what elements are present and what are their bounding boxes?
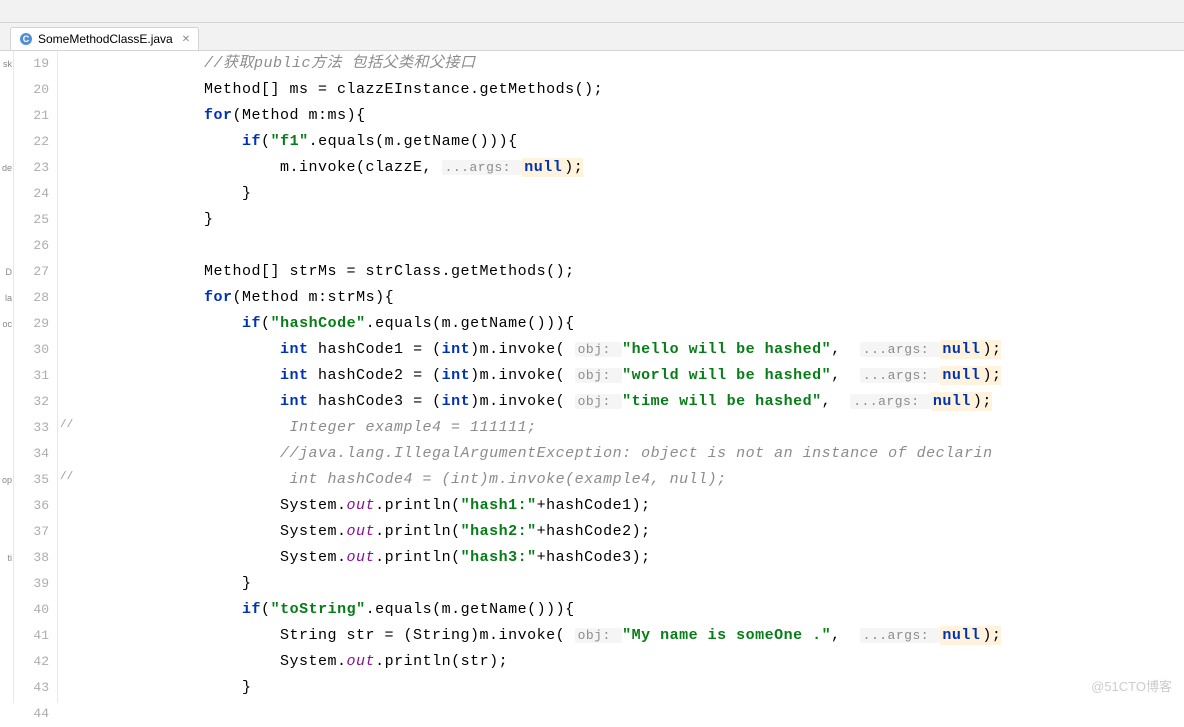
line-number: 21 (14, 103, 49, 129)
line-number: 27 (14, 259, 49, 285)
code-line[interactable]: for(Method m:strMs){ (90, 285, 1184, 311)
line-number: 33 (14, 415, 49, 441)
java-class-icon: C (19, 32, 33, 46)
line-number: 36 (14, 493, 49, 519)
svg-text:C: C (23, 34, 30, 44)
gutter-marker (0, 181, 13, 207)
gutter-marker (0, 233, 13, 259)
line-number: 32 (14, 389, 49, 415)
top-toolbar (0, 0, 1184, 23)
gutter-marker (0, 363, 13, 389)
code-line[interactable]: int hashCode1 = (int)m.invoke( obj: "hel… (90, 337, 1184, 363)
line-number: 26 (14, 233, 49, 259)
line-number: 30 (14, 337, 49, 363)
gutter-marker (0, 207, 13, 233)
code-line[interactable]: } (90, 675, 1184, 701)
code-line[interactable]: System.out.println("hash3:"+hashCode3); (90, 545, 1184, 571)
editor: sk de Dlaoc op ti 19202122232425262728293031… (0, 51, 1184, 703)
tab-filename: SomeMethodClassE.java (38, 32, 173, 46)
fold-gutter: // // (58, 51, 82, 703)
code-line[interactable] (90, 233, 1184, 259)
line-number: 22 (14, 129, 49, 155)
line-number: 23 (14, 155, 49, 181)
line-number: 38 (14, 545, 49, 571)
gutter-marker: sk (0, 51, 13, 77)
code-line[interactable]: //java.lang.IllegalArgumentException: ob… (90, 441, 1184, 467)
code-line[interactable]: int hashCode2 = (int)m.invoke( obj: "wor… (90, 363, 1184, 389)
line-number: 41 (14, 623, 49, 649)
code-line[interactable]: if("hashCode".equals(m.getName())){ (90, 311, 1184, 337)
gutter-marker (0, 129, 13, 155)
line-number: 29 (14, 311, 49, 337)
gutter-marker (0, 571, 13, 597)
line-number-gutter: 1920212223242526272829303132333435363738… (14, 51, 58, 703)
gutter-marker (0, 415, 13, 441)
code-line[interactable]: //获取public方法 包括父类和父接口 (90, 51, 1184, 77)
line-number: 42 (14, 649, 49, 675)
line-number: 44 (14, 701, 49, 727)
line-number: 34 (14, 441, 49, 467)
code-line[interactable]: m.invoke(clazzE, ...args: null); (90, 155, 1184, 181)
gutter-marker: ti (0, 545, 13, 571)
code-editor[interactable]: //获取public方法 包括父类和父接口 Method[] ms = claz… (82, 51, 1184, 703)
code-line[interactable]: } (90, 207, 1184, 233)
code-line[interactable]: for(Method m:ms){ (90, 103, 1184, 129)
fold-comment-marker: // (60, 471, 73, 483)
line-number: 25 (14, 207, 49, 233)
gutter-marker (0, 649, 13, 675)
line-number: 35 (14, 467, 49, 493)
gutter-marker (0, 597, 13, 623)
gutter-marker (0, 519, 13, 545)
line-number: 28 (14, 285, 49, 311)
gutter-marker (0, 389, 13, 415)
gutter-marker (0, 675, 13, 701)
code-line[interactable]: } (90, 571, 1184, 597)
gutter-marker: op (0, 467, 13, 493)
gutter-marker (0, 623, 13, 649)
left-marker-column: sk de Dlaoc op ti (0, 51, 14, 703)
code-line[interactable]: Method[] strMs = strClass.getMethods(); (90, 259, 1184, 285)
gutter-marker: oc (0, 311, 13, 337)
gutter-marker: de (0, 155, 13, 181)
watermark: @51CTO博客 (1091, 676, 1172, 695)
code-line[interactable]: System.out.println(str); (90, 649, 1184, 675)
code-line[interactable]: System.out.println("hash1:"+hashCode1); (90, 493, 1184, 519)
code-line[interactable]: if("f1".equals(m.getName())){ (90, 129, 1184, 155)
file-tab[interactable]: C SomeMethodClassE.java ✕ (10, 27, 199, 50)
gutter-marker (0, 701, 13, 727)
gutter-marker (0, 77, 13, 103)
line-number: 20 (14, 77, 49, 103)
gutter-marker (0, 493, 13, 519)
line-number: 24 (14, 181, 49, 207)
code-line[interactable]: Method[] ms = clazzEInstance.getMethods(… (90, 77, 1184, 103)
fold-comment-marker: // (60, 419, 73, 431)
line-number: 43 (14, 675, 49, 701)
line-number: 31 (14, 363, 49, 389)
tab-bar: C SomeMethodClassE.java ✕ (0, 23, 1184, 51)
line-number: 39 (14, 571, 49, 597)
code-line[interactable]: int hashCode4 = (int)m.invoke(example4, … (90, 467, 1184, 493)
gutter-marker: D (0, 259, 13, 285)
code-line[interactable]: String str = (String)m.invoke( obj: "My … (90, 623, 1184, 649)
gutter-marker (0, 337, 13, 363)
close-icon[interactable]: ✕ (182, 34, 190, 45)
gutter-marker: la (0, 285, 13, 311)
code-line[interactable]: int hashCode3 = (int)m.invoke( obj: "tim… (90, 389, 1184, 415)
code-line[interactable]: System.out.println("hash2:"+hashCode2); (90, 519, 1184, 545)
line-number: 37 (14, 519, 49, 545)
code-line[interactable]: } (90, 181, 1184, 207)
line-number: 19 (14, 51, 49, 77)
line-number: 40 (14, 597, 49, 623)
gutter-marker (0, 103, 13, 129)
gutter-marker (0, 441, 13, 467)
code-line[interactable]: if("toString".equals(m.getName())){ (90, 597, 1184, 623)
code-line[interactable]: Integer example4 = 111111; (90, 415, 1184, 441)
